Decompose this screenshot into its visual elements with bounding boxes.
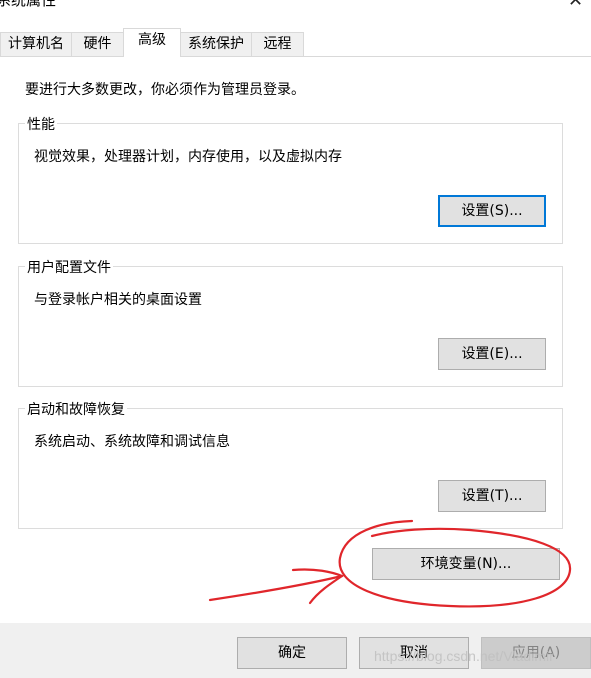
system-properties-window: 系统属性 ✕ 计算机名 硬件 高级 系统保护 远程 要进行大多数更改，你必须作为… <box>0 0 591 678</box>
performance-group-title: 性能 <box>25 114 57 134</box>
user-profiles-settings-button[interactable]: 设置(E)... <box>438 338 546 370</box>
tab-strip: 计算机名 硬件 高级 系统保护 远程 <box>0 28 591 57</box>
environment-variables-button[interactable]: 环境变量(N)... <box>372 548 560 580</box>
advanced-tab-panel: 要进行大多数更改，你必须作为管理员登录。 性能 视觉效果，处理器计划，内存使用，… <box>0 56 591 623</box>
ok-button[interactable]: 确定 <box>237 637 347 669</box>
performance-description: 视觉效果，处理器计划，内存使用，以及虚拟内存 <box>34 149 342 165</box>
tab-hardware[interactable]: 硬件 <box>71 32 124 56</box>
title-bar: 系统属性 ✕ <box>0 0 591 28</box>
user-profiles-group-title: 用户配置文件 <box>25 257 113 277</box>
admin-note: 要进行大多数更改，你必须作为管理员登录。 <box>25 82 305 98</box>
tab-system-protection[interactable]: 系统保护 <box>180 32 252 56</box>
watermark: https://blog.csdn.net/Vladimir <box>374 648 554 664</box>
performance-settings-button[interactable]: 设置(S)... <box>438 195 546 227</box>
startup-recovery-group-title: 启动和故障恢复 <box>25 399 127 419</box>
user-profiles-group: 用户配置文件 与登录帐户相关的桌面设置 设置(E)... <box>18 257 563 387</box>
tab-advanced[interactable]: 高级 <box>123 28 181 57</box>
tab-computer-name[interactable]: 计算机名 <box>0 32 72 56</box>
startup-recovery-description: 系统启动、系统故障和调试信息 <box>34 434 230 450</box>
user-profiles-description: 与登录帐户相关的桌面设置 <box>34 292 202 308</box>
window-title: 系统属性 <box>0 0 57 9</box>
startup-recovery-group: 启动和故障恢复 系统启动、系统故障和调试信息 设置(T)... <box>18 399 563 529</box>
performance-group: 性能 视觉效果，处理器计划，内存使用，以及虚拟内存 设置(S)... <box>18 114 563 244</box>
close-icon[interactable]: ✕ <box>568 0 583 11</box>
tab-remote[interactable]: 远程 <box>251 32 304 56</box>
startup-recovery-settings-button[interactable]: 设置(T)... <box>438 480 546 512</box>
